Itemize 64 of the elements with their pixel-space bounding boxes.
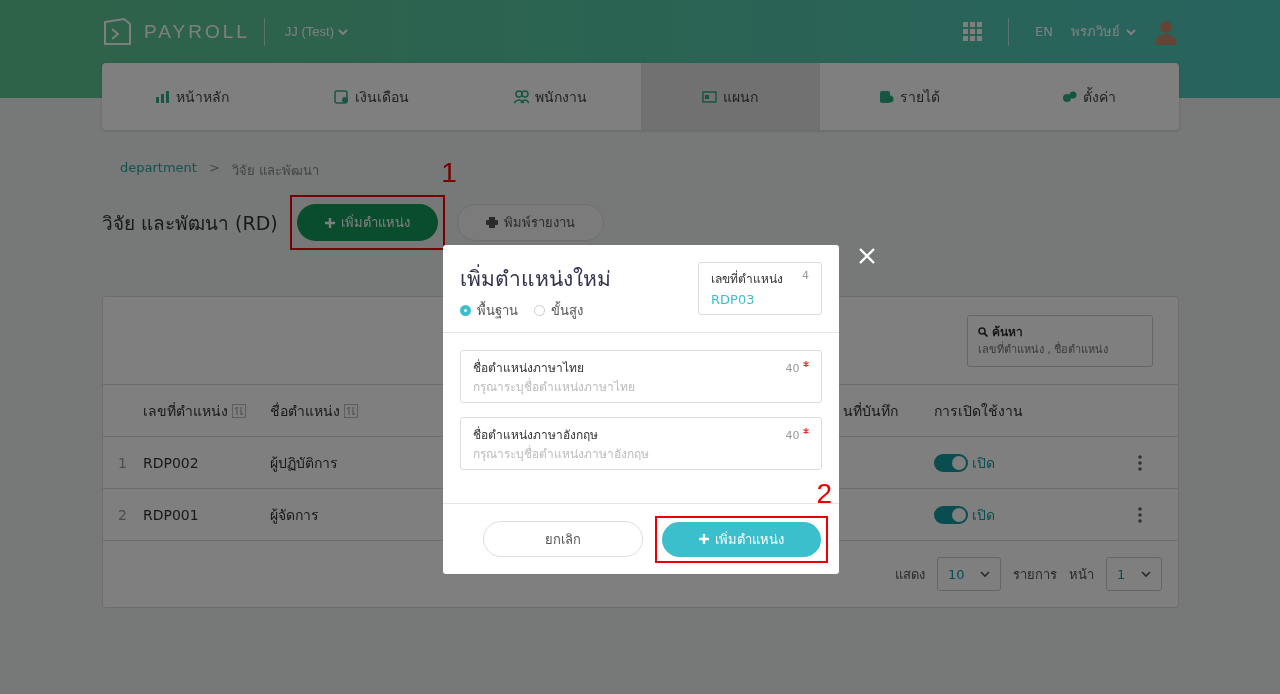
chevron-icon — [1141, 570, 1151, 578]
nav-tab[interactable]: เงินเดือน — [281, 63, 461, 130]
bar-chart-icon — [154, 89, 170, 104]
table-cell-text: ผู้ปฏิบัติการ — [270, 453, 338, 474]
modal-title: เพิ่มตำแหน่งใหม่ — [460, 262, 611, 295]
close-button[interactable] — [857, 246, 877, 266]
nav-tab[interactable]: หน้าหลัก — [102, 63, 282, 130]
annotation-number: 1 — [441, 157, 457, 189]
chevron-icon — [337, 27, 348, 36]
annotation-number: 2 — [816, 477, 832, 510]
page-size-label: แสดง — [895, 565, 925, 584]
field-label: ชื่อตำแหน่งภาษาอังกฤษ — [473, 425, 598, 444]
sort-icon[interactable] — [232, 403, 246, 418]
nav-tab[interactable]: ตั้งค่า — [999, 63, 1179, 130]
text-field[interactable]: ชื่อตำแหน่งภาษาไทย 40 กรุณาระบุชื่อตำแหน่งภาษาไทย — [460, 350, 822, 403]
text-field[interactable]: ชื่อตำแหน่งภาษาอังกฤษ 40 กรุณาระบุชื่อตำแหน่งภาษาอังกฤษ — [460, 417, 822, 470]
column-header: การเปิดใช้งาน — [934, 401, 1023, 421]
chevron-icon — [1126, 27, 1136, 36]
sort-icon[interactable] — [344, 403, 358, 418]
plus-icon — [699, 534, 709, 544]
table-cell: RDP002 — [143, 454, 199, 471]
radio-option[interactable]: พื้นฐาน — [460, 300, 518, 321]
people-icon — [514, 89, 530, 104]
char-counter: 4 — [802, 269, 809, 284]
column-header: นที่บันทึก — [843, 401, 898, 421]
toggle-switch[interactable] — [934, 505, 968, 524]
field-label: ชื่อตำแหน่งภาษาไทย — [473, 358, 584, 377]
char-counter: 40 — [785, 425, 809, 444]
radio-option[interactable]: ขั้นสูง — [534, 300, 583, 321]
cancel-button[interactable]: ยกเลิก — [483, 521, 643, 557]
apps-grid-icon[interactable] — [963, 22, 983, 41]
id-card-icon — [702, 89, 718, 104]
avatar-icon[interactable] — [1154, 18, 1178, 45]
page-title: วิจัย และพัฒนา (RD) — [102, 210, 278, 236]
status-text: เปิด — [972, 505, 995, 525]
logo-icon — [102, 15, 134, 48]
table-cell: RDP001 — [143, 506, 199, 523]
column-header: เลขที่ตำแหน่ง — [143, 401, 228, 421]
toggle-switch[interactable] — [934, 453, 968, 472]
column-header: ชื่อตำแหน่ง — [270, 401, 340, 421]
search-label: ค้นหา — [992, 324, 1023, 341]
page-label: หน้า — [1069, 565, 1094, 584]
items-label: รายการ — [1013, 565, 1057, 584]
nav-tab[interactable]: แผนก — [640, 63, 820, 130]
chevron-icon — [980, 570, 990, 578]
char-counter: 40 — [785, 358, 809, 377]
nav-tab[interactable]: พนักงาน — [461, 63, 641, 130]
table-cell-text: ผู้จัดการ — [270, 505, 319, 526]
breadcrumb-separator: > — [208, 160, 220, 177]
logo-text: PAYROLL — [144, 20, 250, 43]
field-value: RDP03 — [711, 292, 756, 307]
kebab-menu-icon[interactable] — [1138, 506, 1142, 523]
status-text: เปิด — [972, 453, 995, 473]
search-field[interactable]: ค้นหา เลขที่ตำแหน่ง , ชื่อตำแหน่ง — [967, 315, 1153, 367]
page-select[interactable]: 1 — [1106, 557, 1162, 591]
add-position-button[interactable]: เพิ่มตำแหน่ง — [296, 204, 438, 241]
print-report-button[interactable]: พิมพ์รายงาน — [456, 204, 604, 241]
nav-tab[interactable]: รายได้ — [820, 63, 1000, 130]
search-icon — [978, 326, 988, 337]
page-size-select[interactable]: 10 — [937, 557, 1001, 591]
plus-icon — [324, 217, 335, 228]
add-position-button[interactable]: เพิ่มตำแหน่ง — [662, 521, 821, 557]
kebab-menu-icon[interactable] — [1138, 454, 1142, 471]
field-label: เลขที่ตำแหน่ง — [711, 269, 783, 288]
